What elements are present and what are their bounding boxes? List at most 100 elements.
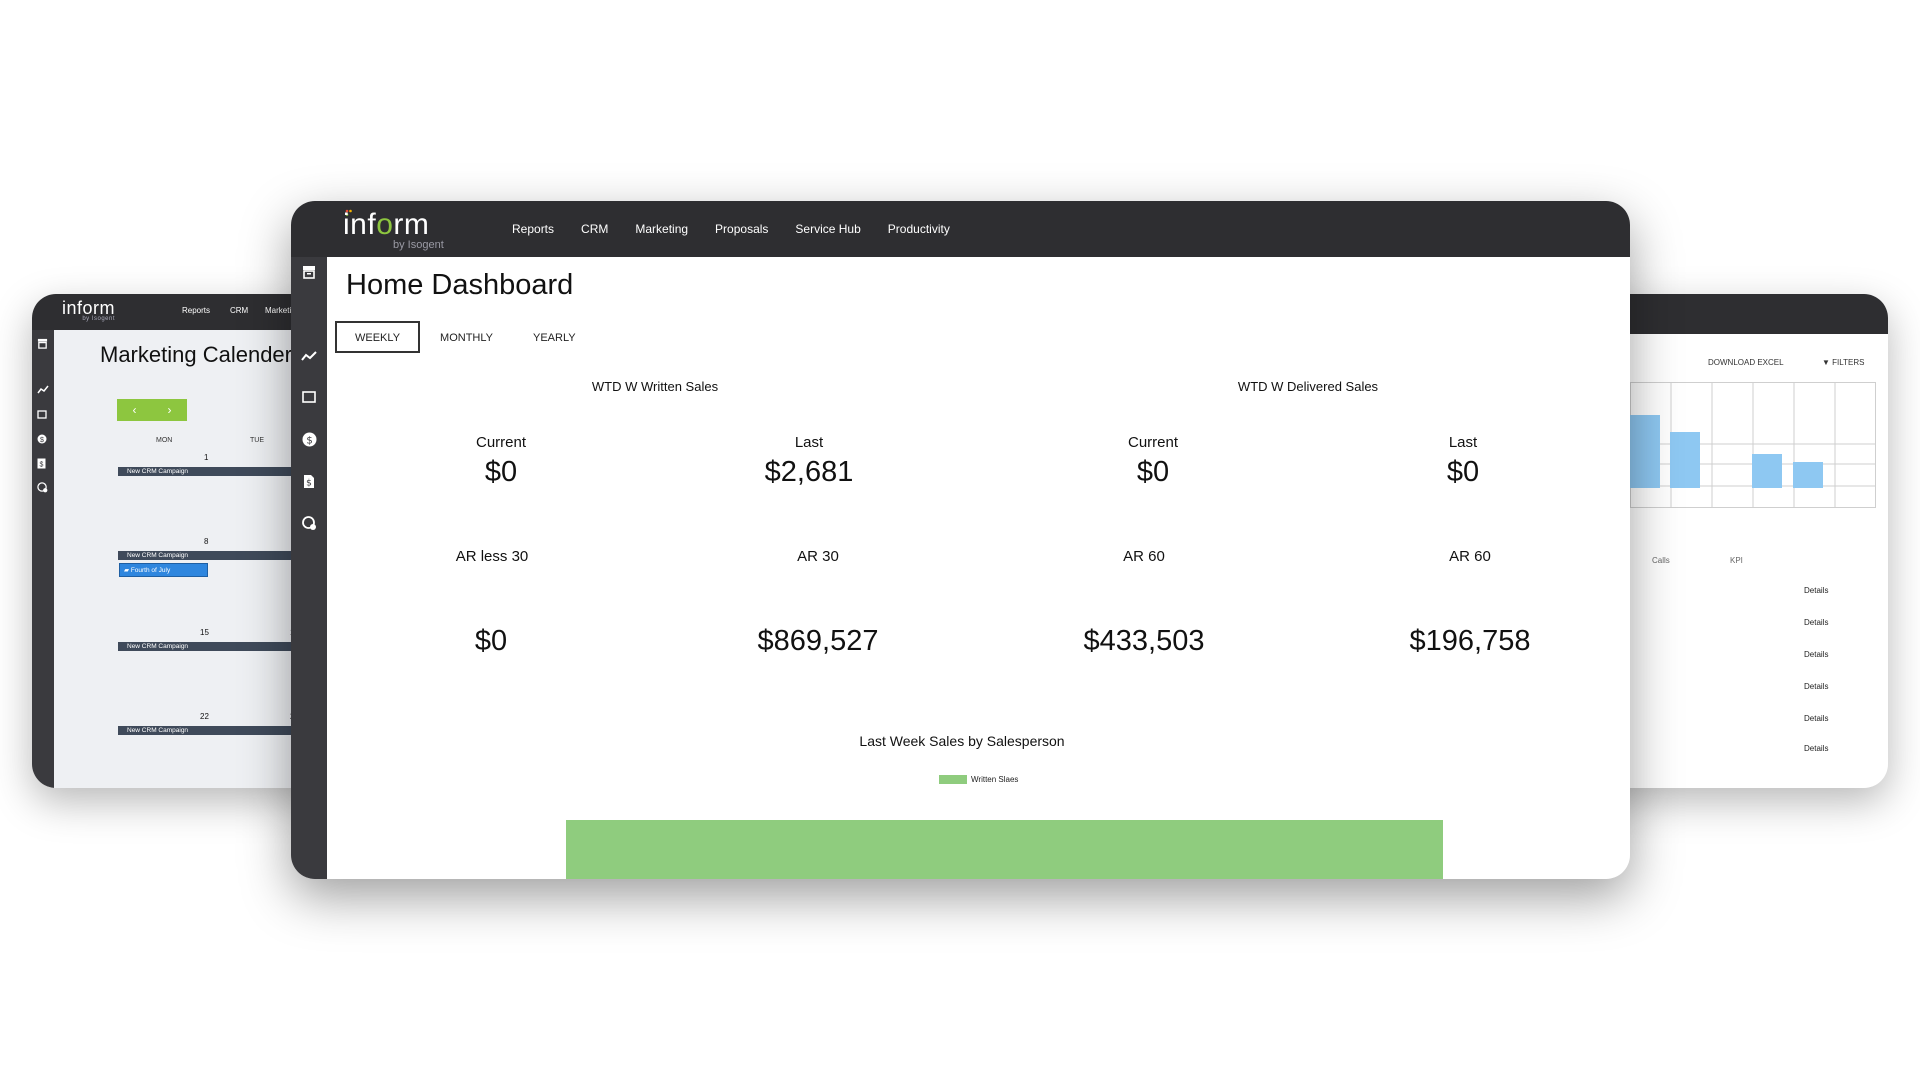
top-nav-bar: inform by Isogent Reports CRM Marketing … [291, 201, 1630, 257]
chart-title: Last Week Sales by Salesperson [859, 733, 1065, 749]
written-sales-title: WTD W Written Sales [591, 379, 719, 394]
trend-line-icon[interactable] [301, 350, 317, 362]
delivered-last-label: Last [1448, 434, 1478, 451]
marketing-calendar-window: inform by Isogent Reports CRM Marketi $ … [32, 294, 332, 788]
chart-bar [1793, 462, 1823, 488]
day-number[interactable]: 8 [204, 537, 208, 546]
top-nav-bar [1590, 294, 1888, 334]
written-last-value: $2,681 [764, 456, 854, 488]
nav-marketing[interactable]: Marketing [635, 219, 688, 239]
logo-text-o: o [376, 208, 394, 241]
event-label: Fourth of July [130, 567, 171, 574]
ar-60-second-label: AR 60 [1449, 548, 1491, 565]
nav-service-hub[interactable]: Service Hub [795, 219, 860, 239]
nav-reports[interactable]: Reports [512, 219, 554, 239]
folder-icon: ▰ [124, 567, 131, 574]
top-nav-bar: inform by Isogent Reports CRM Marketi [32, 294, 332, 330]
delivered-last-value: $0 [1446, 456, 1480, 488]
chart-bar [1670, 432, 1700, 488]
chart-legend[interactable]: Written Slaes [939, 775, 1018, 784]
ar-60-second-value: $196,758 [1409, 625, 1531, 657]
sidebar: $ $ [291, 257, 327, 879]
chart-bar[interactable] [566, 820, 1443, 879]
archive-icon[interactable] [37, 338, 48, 349]
sidebar: $ $ [32, 330, 54, 788]
delivered-current-value: $0 [1136, 456, 1170, 488]
shield-icon[interactable] [302, 516, 317, 531]
logo-text-start: inf [343, 208, 377, 241]
nav-reports[interactable]: Reports [182, 306, 210, 315]
details-link[interactable]: Details [1804, 682, 1828, 691]
svg-text:$: $ [40, 437, 44, 444]
ar-60-label: AR 60 [1123, 548, 1165, 565]
details-link[interactable]: Details [1804, 650, 1828, 659]
written-current-value: $0 [484, 456, 518, 488]
home-dashboard-window: inform by Isogent Reports CRM Marketing … [291, 201, 1630, 879]
dollar-document-icon[interactable]: $ [303, 474, 315, 489]
ar-60-value: $433,503 [1083, 625, 1205, 657]
period-tabs: WEEKLY MONTHLY YEARLY [335, 321, 596, 353]
day-number[interactable]: 15 [200, 628, 209, 637]
month-pager: ‹ › [117, 399, 187, 421]
shield-icon[interactable] [37, 482, 48, 493]
svg-text:$: $ [306, 436, 312, 447]
written-current-label: Current [475, 434, 527, 451]
page-title: Home Dashboard [346, 269, 574, 301]
filters-label: FILTERS [1832, 358, 1865, 367]
tab-yearly[interactable]: YEARLY [513, 321, 596, 353]
svg-text:$: $ [306, 479, 312, 489]
details-link[interactable]: Details [1804, 618, 1828, 627]
filters-button[interactable]: ▼ FILTERS [1822, 358, 1864, 367]
nav-productivity[interactable]: Productivity [888, 219, 950, 239]
day-number[interactable]: 22 [200, 712, 209, 721]
chart-tab-kpi[interactable]: KPI [1730, 556, 1743, 565]
ar-less-30-value: $0 [474, 625, 508, 657]
reports-window: DOWNLOAD EXCEL ▼ FILTERS Calls KPI Detai… [1590, 294, 1888, 788]
ar-30-value: $869,527 [757, 625, 879, 657]
logo-text-end: rm [393, 208, 430, 241]
square-icon[interactable] [37, 410, 47, 419]
delivered-sales-title: WTD W Delivered Sales [1237, 379, 1379, 394]
page-title: Marketing Calender [100, 342, 292, 367]
logo[interactable]: inform by Isogent [343, 207, 444, 251]
details-link[interactable]: Details [1804, 744, 1828, 753]
nav-proposals[interactable]: Proposals [715, 219, 768, 239]
day-number[interactable]: 1 [204, 453, 208, 462]
written-last-label: Last [794, 434, 824, 451]
logo-wordmark: inform [343, 207, 429, 243]
dollar-circle-icon[interactable]: $ [37, 434, 47, 444]
prev-month-button[interactable]: ‹ [133, 403, 137, 417]
ar-less-30-label: AR less 30 [455, 548, 529, 565]
sales-by-salesperson-chart [566, 811, 1443, 879]
weekday-mon: MON [156, 437, 173, 444]
tab-monthly[interactable]: MONTHLY [420, 321, 513, 353]
delivered-current-label: Current [1127, 434, 1179, 451]
main-nav: Reports CRM Marketing Proposals Service … [512, 219, 950, 239]
details-link[interactable]: Details [1804, 714, 1828, 723]
next-month-button[interactable]: › [168, 403, 172, 417]
calendar-event[interactable]: ▰ Fourth of July [119, 563, 208, 577]
dollar-document-icon[interactable]: $ [37, 458, 46, 469]
download-excel-button[interactable]: DOWNLOAD EXCEL [1708, 358, 1784, 367]
dollar-circle-icon[interactable]: $ [302, 432, 317, 447]
weekday-tue: TUE [250, 437, 264, 444]
ar-30-label: AR 30 [797, 548, 839, 565]
square-icon[interactable] [302, 391, 316, 403]
chart-tab-calls[interactable]: Calls [1652, 556, 1670, 565]
nav-marketing[interactable]: Marketi [265, 306, 291, 315]
chart-bar [1630, 415, 1660, 488]
logo-text: inform [62, 298, 116, 318]
nav-crm[interactable]: CRM [581, 219, 608, 239]
chart-bar [1752, 454, 1782, 488]
trend-line-icon[interactable] [37, 385, 49, 395]
details-link[interactable]: Details [1804, 586, 1828, 595]
legend-swatch [939, 775, 967, 784]
nav-crm[interactable]: CRM [230, 306, 248, 315]
logo-tagline: by Isogent [393, 239, 444, 251]
archive-icon[interactable] [302, 265, 316, 279]
tab-weekly[interactable]: WEEKLY [335, 321, 421, 353]
logo[interactable]: inform by Isogent [62, 298, 115, 322]
svg-text:$: $ [40, 462, 44, 469]
legend-label: Written Slaes [971, 775, 1019, 784]
report-bar-chart [1630, 382, 1876, 508]
